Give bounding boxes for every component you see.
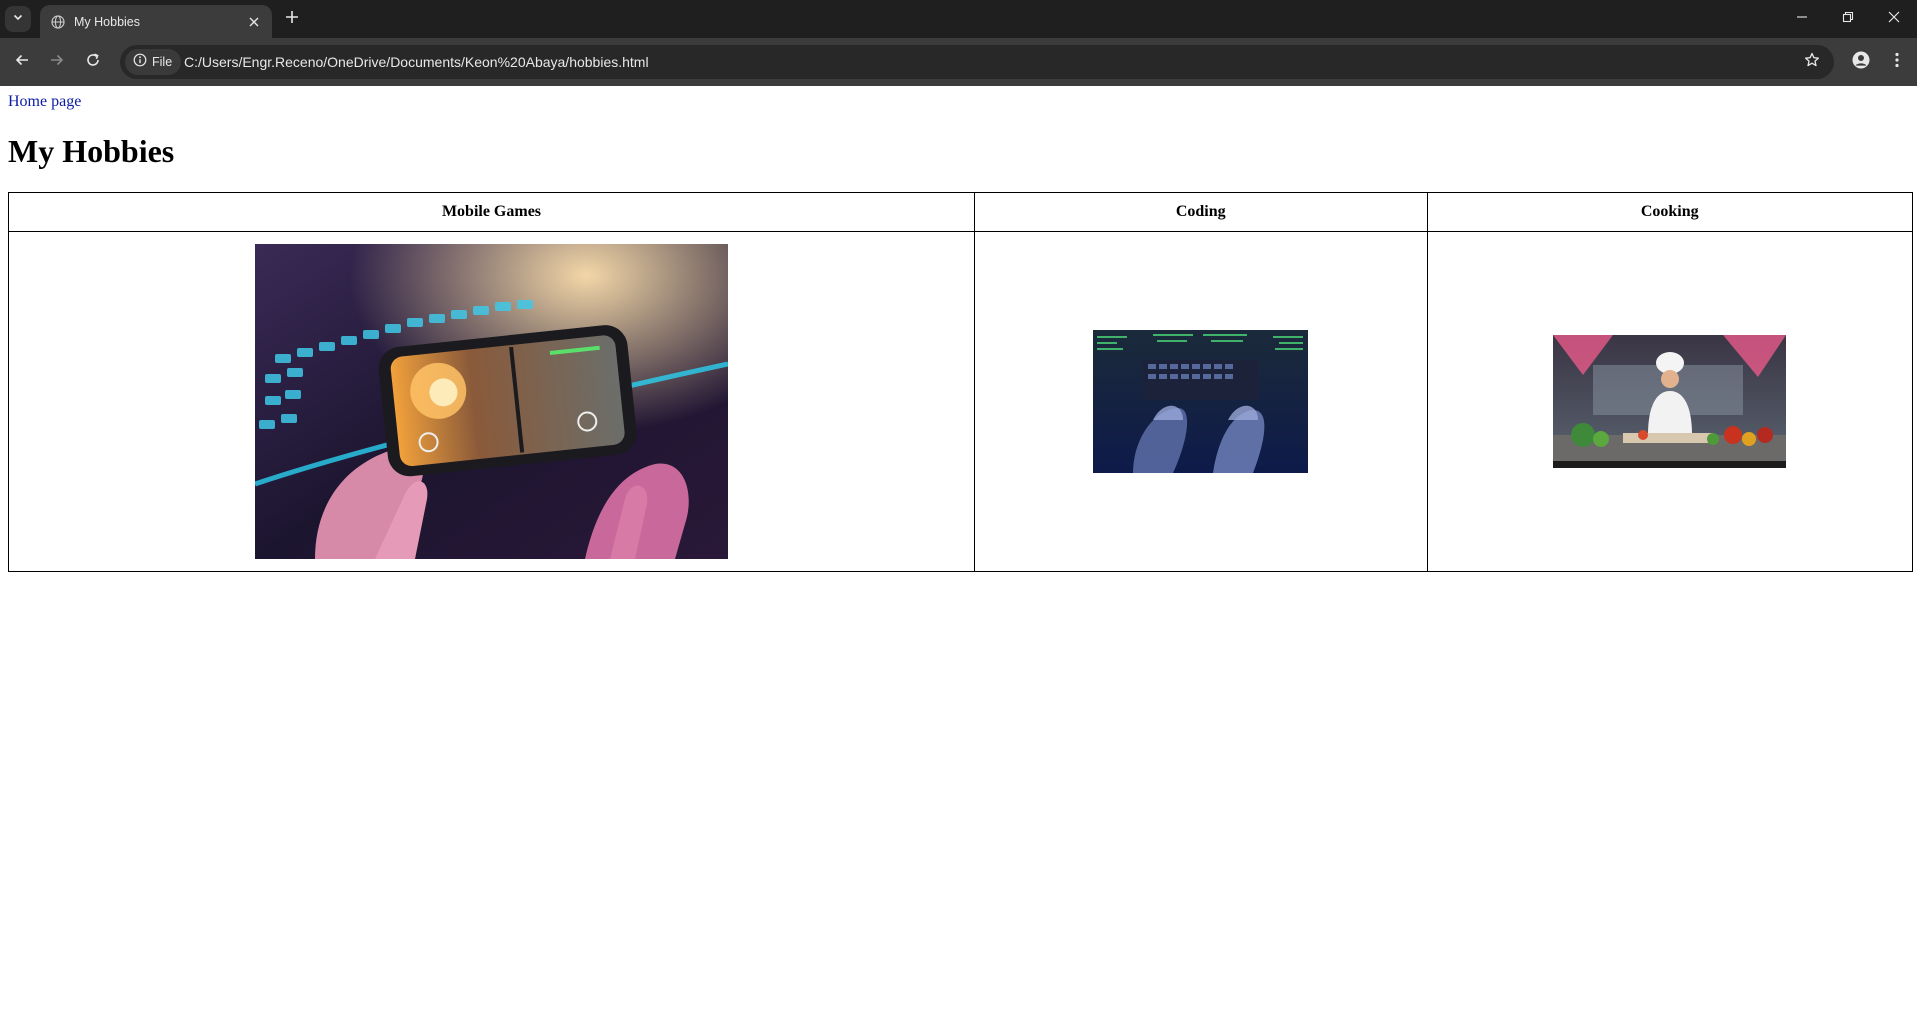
window-controls (1779, 0, 1917, 38)
reload-icon (85, 52, 101, 73)
address-bar[interactable]: File C:/Users/Engr.Receno/OneDrive/Docum… (120, 45, 1834, 79)
chevron-down-icon (12, 10, 24, 28)
browser-toolbar: File C:/Users/Engr.Receno/OneDrive/Docum… (0, 38, 1917, 86)
coding-image (1093, 330, 1309, 473)
home-page-link[interactable]: Home page (8, 93, 81, 111)
close-icon (1888, 10, 1900, 28)
kebab-menu-icon (1895, 52, 1899, 73)
tab-strip: My Hobbies (0, 0, 1917, 38)
profile-button[interactable] (1849, 50, 1873, 74)
cooking-image (1553, 335, 1787, 468)
tab-title: My Hobbies (74, 14, 140, 29)
cell-cooking (1426, 231, 1913, 572)
minimize-button[interactable] (1779, 0, 1825, 38)
cell-coding (973, 231, 1428, 572)
tab-active[interactable]: My Hobbies (40, 5, 272, 38)
cell-mobile-games (8, 231, 975, 572)
bookmark-button[interactable] (1802, 52, 1822, 72)
page-title: My Hobbies (8, 133, 175, 169)
arrow-right-icon (49, 52, 65, 73)
globe-icon (50, 14, 66, 30)
reload-button[interactable] (81, 50, 105, 74)
plus-icon (285, 10, 299, 29)
site-chip-label: File (152, 55, 173, 69)
site-info-chip[interactable]: File (125, 49, 182, 75)
forward-button[interactable] (45, 50, 69, 74)
hobbies-table: Mobile Games Coding Cooking (8, 192, 1913, 572)
restore-icon (1842, 10, 1854, 28)
mobile-games-image (254, 244, 728, 559)
close-window-button[interactable] (1871, 0, 1917, 38)
close-icon[interactable] (244, 12, 264, 32)
url-text[interactable]: C:/Users/Engr.Receno/OneDrive/Documents/… (184, 54, 649, 70)
minimize-icon (1796, 10, 1808, 28)
table-header-row: Mobile Games Coding Cooking (8, 192, 1913, 232)
header-coding: Coding (973, 192, 1428, 232)
info-icon (133, 53, 147, 72)
header-mobile-games: Mobile Games (8, 192, 975, 232)
back-button[interactable] (10, 50, 34, 74)
tab-search-button[interactable] (5, 6, 31, 32)
browser-menu-button[interactable] (1885, 50, 1909, 74)
arrow-left-icon (14, 52, 30, 73)
new-tab-button[interactable] (281, 8, 303, 30)
table-row (8, 231, 1913, 572)
page-content: Home page My Hobbies Mobile Games Coding… (0, 86, 1917, 1027)
restore-button[interactable] (1825, 0, 1871, 38)
star-icon (1804, 52, 1820, 73)
person-icon (1852, 51, 1870, 74)
header-cooking: Cooking (1426, 192, 1913, 232)
